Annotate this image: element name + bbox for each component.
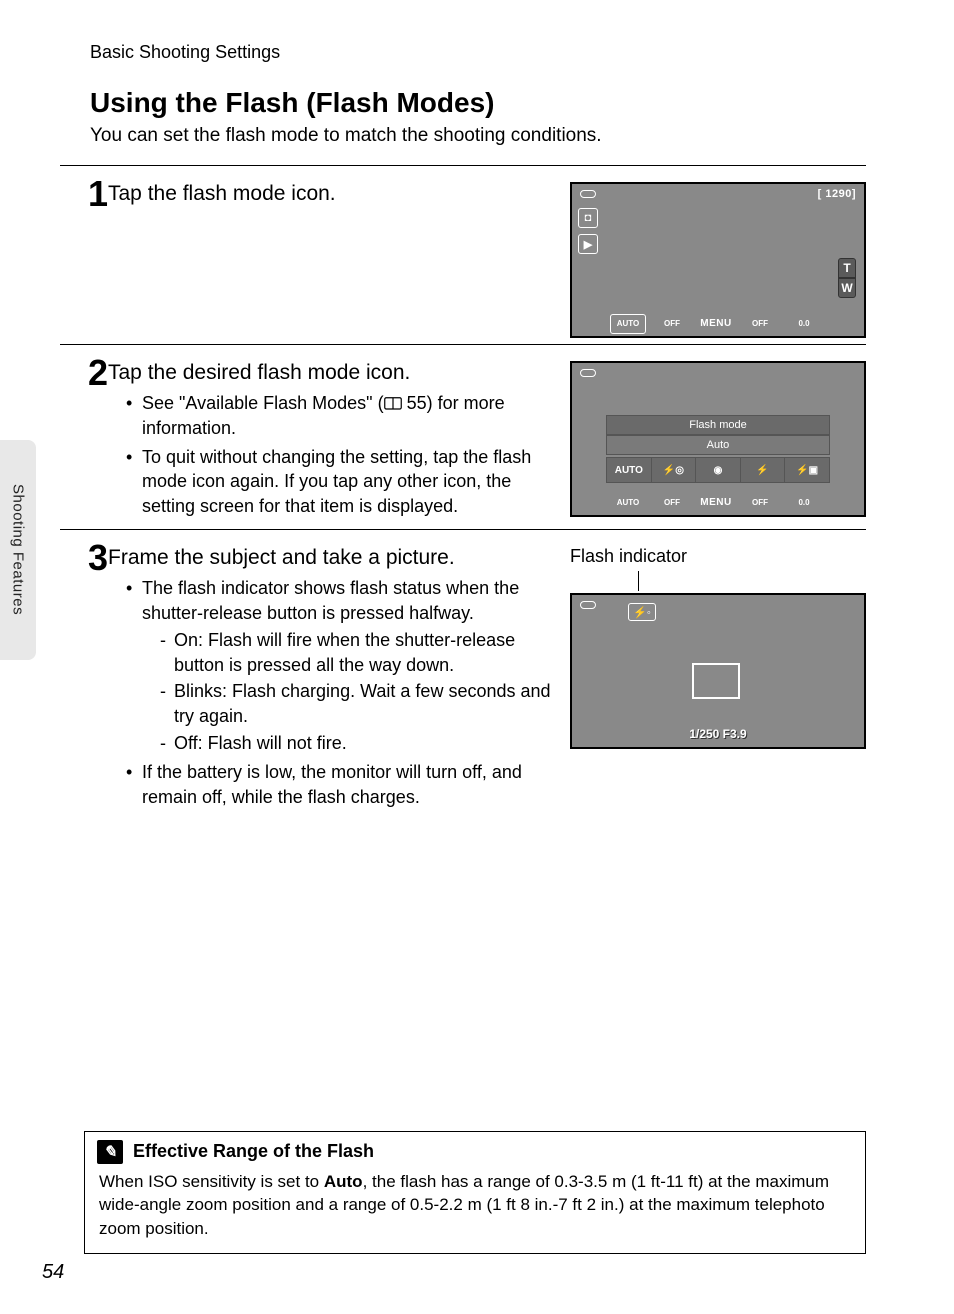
camera-screen-3: ⚡◦ 1/250 F3.9 <box>570 593 866 749</box>
zoom-out-button: W <box>838 278 856 298</box>
dash-blinks: Blinks: Flash charging. Wait a few secon… <box>160 679 554 729</box>
breadcrumb-section: Basic Shooting Settings <box>90 42 866 63</box>
flash-mode-button: AUTO <box>610 314 646 334</box>
camera-mode-icon: ◘ <box>578 208 598 228</box>
exposure-comp-button: 0.0 <box>786 314 822 334</box>
note-body: When ISO sensitivity is set to Auto, the… <box>85 1168 865 1253</box>
shot-count: [ 1290] <box>818 188 856 200</box>
step-2: 2 Tap the desired flash mode icon. See "… <box>60 355 866 523</box>
self-timer-button: OFF <box>654 314 690 334</box>
flash-option-off: ◉ <box>696 458 741 482</box>
flash-option-auto: AUTO <box>607 458 652 482</box>
exposure-comp-button: 0.0 <box>786 493 822 513</box>
step-number: 2 <box>60 355 104 523</box>
flash-option-redeye: ⚡◎ <box>652 458 697 482</box>
flash-indicator-label: Flash indicator <box>570 546 866 567</box>
step-3-bullet-2: If the battery is low, the monitor will … <box>126 760 554 810</box>
step-2-bullet-2: To quit without changing the setting, ta… <box>126 445 554 519</box>
note-title: Effective Range of the Flash <box>133 1141 374 1162</box>
step-number: 3 <box>60 540 104 813</box>
zoom-in-button: T <box>838 258 856 278</box>
step-number: 1 <box>60 176 104 338</box>
self-timer-button: OFF <box>654 493 690 513</box>
note-box: ✎ Effective Range of the Flash When ISO … <box>84 1131 866 1254</box>
playback-mode-icon: ▶ <box>578 234 598 254</box>
camera-screen-2: Flash mode Auto AUTO ⚡◎ ◉ ⚡ ⚡▣ AUTO OFF … <box>570 361 866 517</box>
flash-mode-button: AUTO <box>610 493 646 513</box>
dash-on: On: Flash will fire when the shutter-rel… <box>160 628 554 678</box>
step-2-title: Tap the desired flash mode icon. <box>108 361 554 385</box>
battery-icon <box>580 369 596 377</box>
step-3-bullet-1: The flash indicator shows flash status w… <box>126 576 554 756</box>
note-icon: ✎ <box>97 1140 123 1164</box>
macro-button: OFF <box>742 493 778 513</box>
macro-button: OFF <box>742 314 778 334</box>
flash-indicator-icon: ⚡◦ <box>628 603 656 621</box>
dash-off: Off: Flash will not fire. <box>160 731 554 756</box>
focus-area <box>692 663 740 699</box>
intro-text: You can set the flash mode to match the … <box>90 125 866 147</box>
step-1-title: Tap the flash mode icon. <box>108 182 554 206</box>
page-title: Using the Flash (Flash Modes) <box>90 87 866 119</box>
flash-panel-selected: Auto <box>606 435 830 455</box>
step-1: 1 Tap the flash mode icon. ◘ ▶ [ 1290] T… <box>60 176 866 338</box>
step-3-title: Frame the subject and take a picture. <box>108 546 554 570</box>
flash-option-fill: ⚡ <box>741 458 786 482</box>
step-2-bullet-1: See "Available Flash Modes" ( 55) for mo… <box>126 391 554 441</box>
side-tab: Shooting Features <box>0 440 36 660</box>
divider <box>60 344 866 345</box>
battery-icon <box>580 190 596 198</box>
page-number: 54 <box>42 1261 64 1284</box>
flash-option-slow: ⚡▣ <box>785 458 829 482</box>
book-ref-icon <box>384 397 402 411</box>
menu-button: MENU <box>698 493 734 513</box>
step-3: 3 Frame the subject and take a picture. … <box>60 540 866 813</box>
camera-screen-1: ◘ ▶ [ 1290] T W AUTO OFF MENU OFF 0.0 <box>570 182 866 338</box>
flash-panel-title: Flash mode <box>606 415 830 435</box>
divider <box>60 165 866 166</box>
side-tab-label: Shooting Features <box>10 484 27 615</box>
callout-line <box>638 571 639 591</box>
battery-icon <box>580 601 596 609</box>
divider <box>60 529 866 530</box>
exposure-readout: 1/250 F3.9 <box>572 727 864 741</box>
menu-button: MENU <box>698 314 734 334</box>
